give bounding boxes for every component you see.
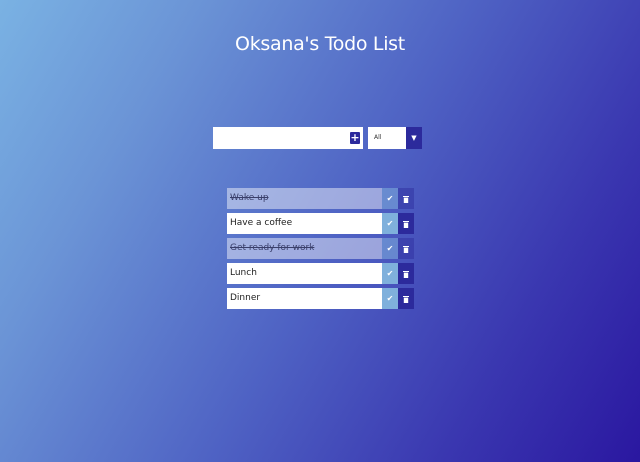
plus-icon: + [350, 131, 360, 144]
todo-item: Lunch ✔ [227, 263, 414, 284]
caret-down-icon[interactable]: ▼ [406, 127, 422, 149]
todo-item: Have a coffee ✔ [227, 213, 414, 234]
todo-item: Wake up ✔ [227, 188, 414, 209]
todo-text: Have a coffee [227, 213, 382, 234]
todo-item: Get ready for work ✔ [227, 238, 414, 259]
trash-icon [403, 221, 409, 228]
trash-icon [403, 296, 409, 303]
trash-icon [403, 196, 409, 203]
add-todo-form: + [213, 127, 363, 149]
filter-selected-value[interactable]: All [368, 127, 406, 149]
todo-input[interactable] [213, 127, 347, 149]
delete-button[interactable] [398, 188, 414, 209]
check-icon: ✔ [386, 294, 394, 303]
todo-item: Dinner ✔ [227, 288, 414, 309]
check-icon: ✔ [386, 194, 394, 203]
delete-button[interactable] [398, 213, 414, 234]
check-icon: ✔ [386, 244, 394, 253]
todo-text: Dinner [227, 288, 382, 309]
todo-list: Wake up ✔ Have a coffee ✔ Get ready for … [227, 188, 414, 313]
todo-text: Wake up [227, 188, 382, 209]
complete-button[interactable]: ✔ [382, 188, 398, 209]
add-button[interactable]: + [350, 132, 360, 144]
filter-select[interactable]: All ▼ [368, 127, 422, 149]
delete-button[interactable] [398, 238, 414, 259]
delete-button[interactable] [398, 263, 414, 284]
check-icon: ✔ [386, 219, 394, 228]
complete-button[interactable]: ✔ [382, 288, 398, 309]
page-title: Oksana's Todo List [235, 33, 405, 55]
complete-button[interactable]: ✔ [382, 213, 398, 234]
todo-text: Lunch [227, 263, 382, 284]
delete-button[interactable] [398, 288, 414, 309]
check-icon: ✔ [386, 269, 394, 278]
trash-icon [403, 271, 409, 278]
complete-button[interactable]: ✔ [382, 263, 398, 284]
trash-icon [403, 246, 409, 253]
complete-button[interactable]: ✔ [382, 238, 398, 259]
todo-text: Get ready for work [227, 238, 382, 259]
